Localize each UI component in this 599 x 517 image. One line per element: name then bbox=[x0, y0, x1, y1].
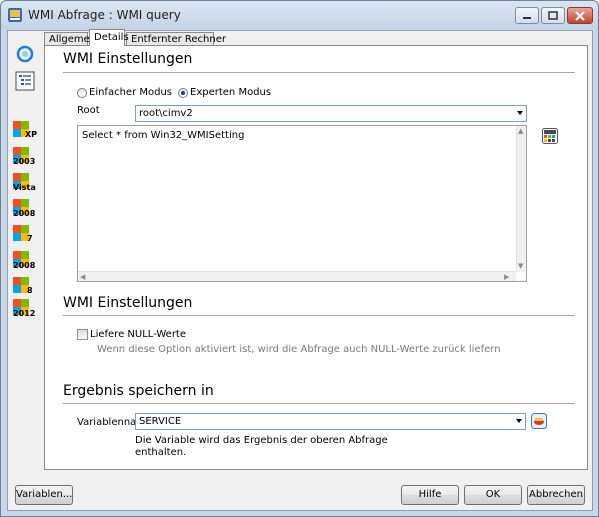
cancel-button[interactable]: Abbrechen bbox=[527, 485, 585, 505]
variable-name-select[interactable]: SERVICE bbox=[135, 413, 526, 430]
os-filter-2003[interactable]: 2003 bbox=[13, 147, 39, 171]
os-label: 2003 bbox=[13, 157, 36, 166]
minimize-button[interactable] bbox=[515, 7, 539, 24]
os-label: 8 bbox=[27, 286, 33, 295]
simple-mode-label: Einfacher Modus bbox=[89, 87, 173, 98]
dropdown-arrow-icon bbox=[516, 419, 522, 423]
null-values-label: Liefere NULL-Werte bbox=[90, 329, 187, 340]
scroll-right-icon[interactable]: ▶ bbox=[504, 273, 509, 281]
os-filter-vista[interactable]: Vista bbox=[13, 173, 39, 197]
title-bar[interactable]: WMI Abfrage : WMI query bbox=[1, 1, 598, 29]
os-filter-8[interactable]: 8 bbox=[13, 277, 39, 301]
root-namespace-select[interactable]: root\cimv2 bbox=[135, 105, 527, 122]
window-title: WMI Abfrage : WMI query bbox=[28, 8, 181, 22]
dialog-client-area: XP 2003 Vista 2008 7 2008 8 2012 Allgeme… bbox=[7, 29, 593, 511]
wmi-query-textarea[interactable]: Select * from Win32_WMISetting ▲ ▼ ◀ ▶ bbox=[77, 125, 527, 282]
wmi-query-text: Select * from Win32_WMISetting bbox=[82, 130, 245, 141]
os-sidebar: XP 2003 Vista 2008 7 2008 8 2012 bbox=[8, 31, 42, 472]
scroll-left-icon[interactable]: ◀ bbox=[80, 273, 85, 281]
help-button[interactable]: Hilfe bbox=[401, 485, 459, 505]
expert-mode-label: Experten Modus bbox=[190, 87, 272, 98]
os-filter-xp[interactable]: XP bbox=[13, 121, 39, 145]
tab-allgemein[interactable]: Allgemein bbox=[44, 32, 99, 46]
scroll-up-icon[interactable]: ▲ bbox=[518, 127, 523, 135]
section-wmi-settings-2-title: WMI Einstellungen bbox=[63, 295, 193, 311]
os-filter-2008-r2[interactable]: 2008 bbox=[13, 251, 39, 275]
variable-name-value: SERVICE bbox=[139, 416, 182, 427]
os-label: Vista bbox=[13, 183, 36, 192]
variable-hint-line2: enthalten. bbox=[135, 447, 187, 458]
variable-picker-icon[interactable] bbox=[531, 413, 547, 429]
os-filter-7[interactable]: 7 bbox=[13, 225, 39, 249]
os-label: 7 bbox=[27, 234, 33, 243]
query-horizontal-scrollbar[interactable]: ◀ ▶ bbox=[78, 271, 516, 281]
maximize-button[interactable] bbox=[541, 7, 565, 24]
app-icon bbox=[8, 8, 22, 22]
os-label: 2008 bbox=[13, 209, 36, 218]
os-filter-2008[interactable]: 2008 bbox=[13, 199, 39, 223]
os-label: XP bbox=[25, 130, 38, 139]
tab-details[interactable]: Details bbox=[89, 29, 129, 46]
section-divider bbox=[63, 315, 575, 316]
query-builder-icon[interactable] bbox=[542, 128, 558, 144]
os-filter-2012[interactable]: 2012 bbox=[13, 299, 39, 323]
wmi-dialog-window: WMI Abfrage : WMI query XP 2003 Vista 20… bbox=[0, 0, 599, 517]
variable-hint-line1: Die Variable wird das Ergebnis der obere… bbox=[135, 435, 388, 446]
close-button[interactable] bbox=[567, 7, 593, 24]
root-namespace-value: root\cimv2 bbox=[139, 108, 193, 119]
section-wmi-settings-title: WMI Einstellungen bbox=[63, 51, 193, 67]
root-label: Root bbox=[77, 105, 100, 116]
expert-mode-radio[interactable] bbox=[178, 88, 188, 98]
refresh-circle-icon[interactable] bbox=[16, 45, 34, 63]
null-values-hint: Wenn diese Option aktiviert ist, wird di… bbox=[97, 344, 501, 355]
dropdown-arrow-icon bbox=[517, 111, 523, 115]
section-divider bbox=[63, 403, 575, 404]
section-save-result-title: Ergebnis speichern in bbox=[63, 383, 214, 399]
close-icon bbox=[575, 10, 585, 21]
os-label: 2008 bbox=[13, 261, 36, 270]
details-panel: WMI Einstellungen Einfacher Modus Expert… bbox=[44, 45, 588, 470]
tab-entfernter-rechner[interactable]: Entfernter Rechner bbox=[126, 32, 226, 46]
variables-button[interactable]: Variablen... bbox=[15, 485, 73, 505]
null-values-checkbox[interactable] bbox=[77, 329, 88, 340]
ok-button[interactable]: OK bbox=[464, 485, 522, 505]
document-list-icon[interactable] bbox=[15, 71, 35, 91]
query-vertical-scrollbar[interactable]: ▲ ▼ bbox=[516, 126, 526, 272]
simple-mode-radio[interactable] bbox=[77, 88, 87, 98]
scroll-down-icon[interactable]: ▼ bbox=[518, 262, 523, 270]
maximize-icon bbox=[548, 10, 558, 20]
minimize-icon bbox=[523, 16, 531, 19]
section-divider bbox=[63, 72, 575, 73]
os-label: 2012 bbox=[13, 309, 36, 318]
